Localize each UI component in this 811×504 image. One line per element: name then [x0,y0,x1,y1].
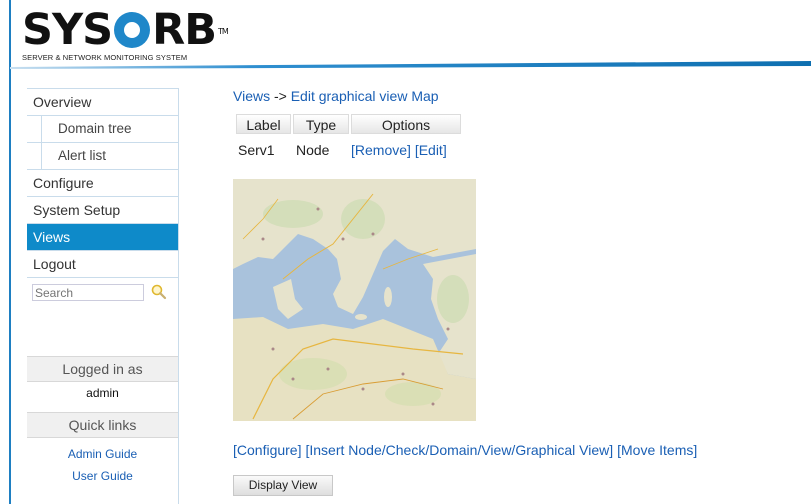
table-header-type: Type [293,114,349,134]
insert-node-link[interactable]: [Insert Node/Check/Domain/View/Graphical… [305,442,613,458]
breadcrumb-current: Edit graphical view Map [290,88,439,104]
breadcrumb-views-link[interactable]: Views [233,88,270,104]
map-image[interactable] [233,179,476,421]
header-stripe [10,61,811,71]
configure-link[interactable]: [Configure] [233,442,301,458]
sidebar-item-label: Logout [33,256,76,272]
remove-link[interactable]: [Remove] [351,142,411,158]
action-links: [Configure] [Insert Node/Check/Domain/Vie… [233,442,701,458]
sidebar-item-label: Views [33,229,71,245]
table-cell-options: [Remove] [Edit] [351,140,447,160]
sysorb-logo: SYS RB TM SERVER & NETWORK MONITORING SY… [22,5,229,63]
sidebar-item-configure[interactable]: Configure [27,170,178,197]
table-cell-label: Serv1 [238,142,275,158]
breadcrumb: Views -> Edit graphical view Map [233,88,439,104]
breadcrumb-separator: -> [273,88,287,104]
logged-in-label: Logged in as [27,356,178,382]
logged-in-username: admin [86,386,119,400]
sidebar-item-overview[interactable]: Overview [27,88,178,116]
move-items-link[interactable]: [Move Items] [617,442,697,458]
table-cell-type: Node [296,142,330,158]
sidebar-item-system-setup[interactable]: System Setup [27,197,178,224]
sidebar-item-alert-list[interactable]: Alert list [27,143,178,170]
quick-links-label: Quick links [27,412,178,438]
sidebar: Overview Domain tree Alert list Configur… [27,88,179,504]
edit-link[interactable]: [Edit] [415,142,447,158]
sidebar-item-label: Domain tree [41,116,178,142]
user-guide-link[interactable]: User Guide [27,469,178,483]
logo-text-post: RB [152,5,217,55]
sidebar-item-views[interactable]: Views [27,224,178,251]
table-header-options: Options [351,114,461,134]
sidebar-item-label: System Setup [33,202,121,218]
admin-guide-link[interactable]: Admin Guide [27,447,178,461]
logo-o-icon [114,12,151,48]
sidebar-item-label: Alert list [41,143,178,169]
search-input[interactable] [32,284,144,301]
sidebar-item-logout[interactable]: Logout [27,251,178,278]
sidebar-item-label: Configure [33,175,94,191]
left-gutter-line [9,0,11,504]
sidebar-item-domain-tree[interactable]: Domain tree [27,116,178,143]
display-view-button[interactable]: Display View [233,475,333,496]
logo-text-pre: SYS [22,5,113,55]
sidebar-item-label: Overview [33,94,92,110]
search-row [27,278,178,304]
search-icon[interactable] [150,283,168,301]
table-header-label: Label [236,114,291,134]
logo-trademark: TM [217,27,229,36]
